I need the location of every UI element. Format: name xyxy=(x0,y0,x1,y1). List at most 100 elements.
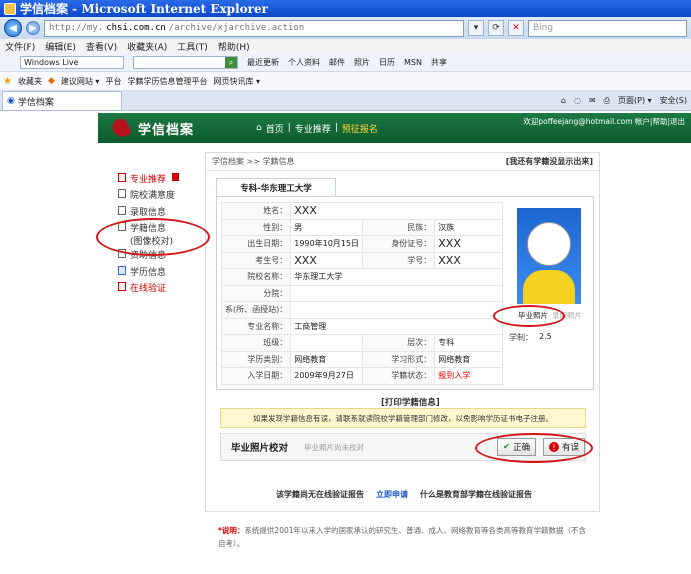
study-form-label: 学习形式： xyxy=(362,350,436,368)
table-row: 性别： 男 民族： 汉族 xyxy=(220,218,504,236)
branch-label: 分院： xyxy=(220,284,292,302)
major-value: 工商管理 xyxy=(290,317,504,335)
fav-platform[interactable]: 平台 xyxy=(105,76,121,87)
level-label: 层次： xyxy=(362,334,436,352)
menu-view[interactable]: 查看(V) xyxy=(86,40,117,53)
left-nav: 专业推荐 院校满意度 录取信息 学籍信息 (图像校对) 资助信息 学历信息 在线… xyxy=(118,172,208,297)
note-star: *说明： xyxy=(218,526,245,535)
forward-icon[interactable]: ▶ xyxy=(26,21,40,35)
document-icon xyxy=(118,205,126,215)
search-input[interactable]: Bing xyxy=(528,19,687,37)
main-content: 学信档案 >> 学籍信息 [我还有学籍没显示出来] 专科-华东理工大学 姓名： … xyxy=(205,152,600,512)
incorrect-button[interactable]: ! 有误 xyxy=(543,438,585,456)
favorites-bar: ★ 收藏夹 ◆ 建议网站 ▾ 平台 学籍学历信息管理平台 网页快讯库 ▾ xyxy=(0,72,691,91)
exam-label: 考生号： xyxy=(220,251,292,269)
menu-tools[interactable]: 工具(T) xyxy=(177,40,208,53)
school-tab[interactable]: 专科-华东理工大学 xyxy=(216,178,336,196)
leftnav-major-recommend[interactable]: 专业推荐 xyxy=(118,172,208,188)
url-path: /archive/xjarchive.action xyxy=(168,23,305,33)
what-is-verify-link[interactable]: 什么是教育部学籍在线验证报告 xyxy=(420,489,532,500)
leftnav-admission[interactable]: 录取信息 xyxy=(118,205,208,221)
menu-favorites[interactable]: 收藏夹(A) xyxy=(127,40,167,53)
leftnav-funding[interactable]: 资助信息 xyxy=(118,248,208,264)
feeds-icon[interactable]: ◌ xyxy=(574,96,581,105)
toolbar-photos[interactable]: 照片 xyxy=(354,57,370,68)
photo-caption: 毕业照片 录取照片 xyxy=(509,310,591,321)
menu-help[interactable]: 帮助(H) xyxy=(218,40,250,53)
menu-file[interactable]: 文件(F) xyxy=(5,40,35,53)
id-label: 身份证号： xyxy=(362,235,436,253)
toolbar-calendar[interactable]: 日历 xyxy=(379,57,395,68)
enroll-value: 2009年9月27日 xyxy=(290,367,364,385)
table-row: 分院： xyxy=(220,284,504,302)
leftnav-verify[interactable]: 在线验证 xyxy=(118,281,208,297)
student-no-label: 学号： xyxy=(362,251,436,269)
home-icon[interactable]: ⌂ xyxy=(561,96,566,105)
fav-xueji-platform[interactable]: 学籍学历信息管理平台 xyxy=(127,76,207,87)
address-bar: ◀ ▶ http://my. chsi.com.cn/archive/xjarch… xyxy=(0,17,691,39)
window-titlebar: 学信档案 - Microsoft Internet Explorer xyxy=(0,0,691,17)
table-row: 姓名： XXX xyxy=(220,202,504,220)
windows-live-logo[interactable]: Windows Live xyxy=(20,56,124,69)
toolbar-recent[interactable]: 最近更新 xyxy=(247,57,279,68)
favorites-star-icon[interactable]: ★ xyxy=(3,76,12,87)
leftnav-xueji[interactable]: 学籍信息 (图像校对) xyxy=(118,221,208,248)
leftnav-sublabel: (图像校对) xyxy=(130,237,174,248)
class-label: 班级： xyxy=(220,334,292,352)
admission-photo-tab[interactable]: 录取照片 xyxy=(552,310,582,321)
back-icon[interactable]: ◀ xyxy=(4,19,22,37)
nav-major-recommend[interactable]: 专业推荐 xyxy=(295,122,331,135)
menu-edit[interactable]: 编辑(E) xyxy=(45,40,76,53)
toolbar-profile[interactable]: 个人资料 xyxy=(288,57,320,68)
search-placeholder: Bing xyxy=(533,23,554,33)
safety-menu[interactable]: 安全(S) xyxy=(660,95,687,106)
site-nav: ⌂ 首页 | 专业推荐 | 预征报名 xyxy=(256,122,378,135)
student-photo xyxy=(517,208,581,304)
degree-icon xyxy=(118,265,126,275)
favorites-label[interactable]: 收藏夹 xyxy=(18,76,42,87)
dropdown-icon[interactable]: ▾ xyxy=(468,20,484,36)
refresh-icon[interactable]: ⟳ xyxy=(488,20,504,36)
fav-suggested-sites[interactable]: 建议网站 ▾ xyxy=(61,76,100,87)
ethnicity-label: 民族： xyxy=(362,218,436,236)
tab-xuexin[interactable]: ◉ 学信档案 xyxy=(2,91,122,110)
leftnav-label: 专业推荐 xyxy=(130,175,167,185)
photo-shirt xyxy=(523,270,575,304)
correct-button[interactable]: ✔ 正确 xyxy=(497,438,537,456)
table-row: 学历类别： 网络教育 学习形式： 网络教育 xyxy=(220,350,504,368)
print-icon[interactable]: ⎙ xyxy=(604,96,610,106)
check-icon: ✔ xyxy=(503,442,511,452)
status-label: 学籍状态： xyxy=(362,367,436,385)
missing-record-link[interactable]: [我还有学籍没显示出来] xyxy=(506,156,593,167)
leftnav-degree[interactable]: 学历信息 xyxy=(118,265,208,281)
apply-now-link[interactable]: 立即申请 xyxy=(376,489,408,500)
new-badge-icon xyxy=(172,173,180,181)
ethnicity-value: 汉族 xyxy=(434,218,504,236)
school-label: 院校名称： xyxy=(220,268,292,286)
windows-live-toolbar: Windows Live ⌕ 最近更新 个人资料 邮件 照片 日历 MSN 共享 xyxy=(0,54,691,72)
search-go-icon[interactable]: ⌕ xyxy=(225,57,237,68)
document-icon xyxy=(118,189,126,199)
toolbar-mail[interactable]: 邮件 xyxy=(329,57,345,68)
years-field: 学制： 2.5 xyxy=(509,332,552,343)
toolbar-share[interactable]: 共享 xyxy=(431,57,447,68)
major-label: 专业名称： xyxy=(220,317,292,335)
url-field[interactable]: http://my. chsi.com.cn/archive/xjarchive.… xyxy=(44,19,464,37)
print-record-link[interactable]: [打印学籍信息] xyxy=(381,396,440,408)
photo-check-panel: 毕业照片校对 毕业照片尚未校对 ✔ 正确 ! 有误 xyxy=(220,433,586,461)
page-menu[interactable]: 页面(P) ▾ xyxy=(618,95,652,106)
user-links[interactable]: 欢迎poffeejang@hotmail.com 帐户|帮助|退出 xyxy=(523,116,685,127)
tab-label: 学信档案 xyxy=(17,97,54,108)
stop-icon[interactable]: ✕ xyxy=(508,20,524,36)
nav-preregister[interactable]: 预征报名 xyxy=(342,122,378,135)
windows-live-search[interactable]: ⌕ xyxy=(133,56,238,69)
toolbar-msn[interactable]: MSN xyxy=(404,58,422,67)
fav-web-slice[interactable]: 网页快讯库 ▾ xyxy=(213,76,260,87)
nav-separator: | xyxy=(334,123,338,133)
nav-home[interactable]: 首页 xyxy=(266,122,284,135)
graduation-photo-tab[interactable]: 毕业照片 xyxy=(518,310,548,321)
mail-icon[interactable]: ✉ xyxy=(589,96,596,105)
leftnav-label: 学籍信息 xyxy=(130,224,167,235)
verify-icon xyxy=(118,281,126,291)
leftnav-satisfaction[interactable]: 院校满意度 xyxy=(118,188,208,204)
